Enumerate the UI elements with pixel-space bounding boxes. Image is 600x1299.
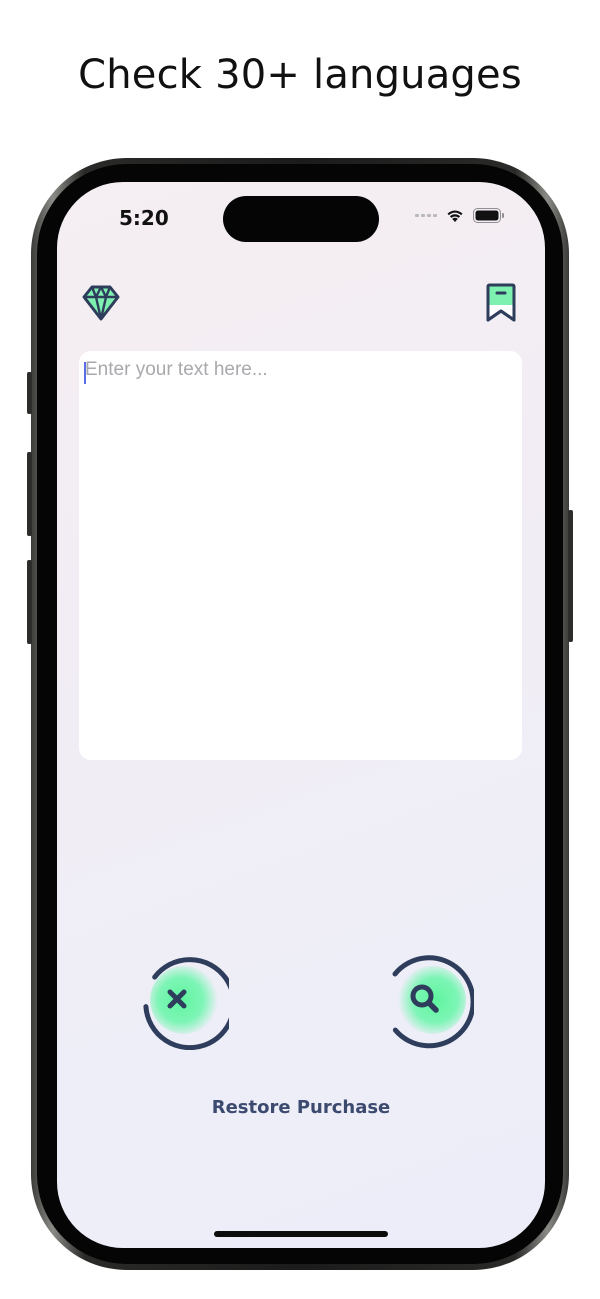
text-input[interactable] [85,359,505,739]
text-caret [84,362,86,384]
volume-up-button [27,452,32,536]
mute-switch [27,372,32,414]
promo-headline: Check 30+ languages [78,52,522,98]
status-icons [415,208,505,223]
restore-purchase-button[interactable]: Restore Purchase [57,1097,545,1118]
wifi-icon [447,210,463,222]
power-button [568,510,573,642]
battery-icon [473,208,504,223]
diamond-icon[interactable] [82,285,120,321]
dynamic-island [223,196,379,242]
bookmark-icon[interactable] [484,283,518,323]
text-input-card [79,351,522,760]
status-time: 5:20 [119,206,169,230]
app-screen: 5:20 Enter your text here... Restore Pur… [57,182,545,1248]
check-button[interactable] [374,950,474,1050]
volume-down-button [27,560,32,644]
cellular-signal-icon [415,214,437,217]
clear-button[interactable] [129,950,229,1050]
home-indicator[interactable] [214,1231,388,1237]
